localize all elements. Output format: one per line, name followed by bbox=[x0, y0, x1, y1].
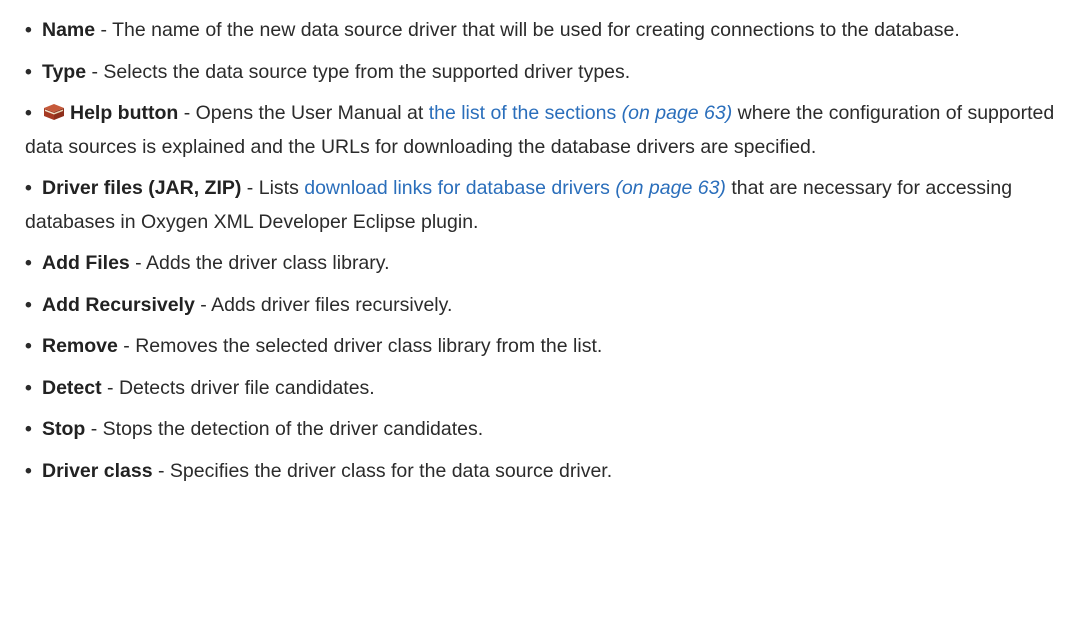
term-remove: Remove bbox=[42, 335, 118, 357]
list-item-add-recursively: • Add Recursively - Adds driver files rec… bbox=[25, 289, 1075, 323]
bullet: • bbox=[25, 293, 32, 316]
list-item-stop: • Stop - Stops the detection of the drive… bbox=[25, 413, 1075, 447]
term-add-files: Add Files bbox=[42, 252, 130, 274]
description: - Removes the selected driver class libr… bbox=[117, 335, 603, 357]
description: - Adds the driver class library. bbox=[129, 252, 390, 274]
page-reference-link[interactable]: (on page 63) bbox=[615, 177, 726, 199]
help-book-icon bbox=[42, 100, 66, 120]
term-help-button: Help button bbox=[70, 102, 179, 124]
description: - Specifies the driver class for the dat… bbox=[152, 459, 613, 482]
term-stop: Stop bbox=[42, 418, 86, 440]
list-item-help-button: • Help button - Opens the User Manual at… bbox=[25, 97, 1075, 164]
description: - Selects the data source type from the … bbox=[86, 60, 631, 83]
bullet: • bbox=[25, 252, 32, 274]
description: - Opens the User Manual at bbox=[178, 102, 429, 124]
term-driver-class: Driver class bbox=[42, 459, 153, 482]
bullet: • bbox=[25, 418, 32, 440]
term-type: Type bbox=[42, 60, 87, 83]
option-list: • Name - The name of the new data source … bbox=[0, 0, 1075, 488]
list-item-driver-class: • Driver class - Specifies the driver cla… bbox=[25, 455, 1075, 489]
term-name: Name bbox=[42, 19, 96, 41]
term-add-recursively: Add Recursively bbox=[42, 293, 195, 316]
list-item-detect: • Detect - Detects driver file candidates… bbox=[25, 372, 1075, 406]
term-driver-files: Driver files (JAR, ZIP) bbox=[42, 177, 242, 199]
list-item-remove: • Remove - Removes the selected driver cl… bbox=[25, 330, 1075, 364]
description: - Adds driver files recursively. bbox=[194, 293, 453, 316]
bullet: • bbox=[25, 335, 32, 357]
term-detect: Detect bbox=[42, 376, 102, 399]
sections-list-link[interactable]: the list of the sections bbox=[429, 102, 617, 124]
bullet: • bbox=[25, 102, 32, 124]
page-reference-link[interactable]: (on page 63) bbox=[622, 102, 733, 124]
description: - Detects driver file candidates. bbox=[101, 376, 375, 399]
bullet: • bbox=[25, 459, 32, 482]
bullet: • bbox=[25, 177, 32, 199]
description: - Stops the detection of the driver cand… bbox=[85, 418, 484, 440]
description: - The name of the new data source driver… bbox=[95, 19, 960, 41]
bullet: • bbox=[25, 60, 32, 83]
list-item-name: • Name - The name of the new data source … bbox=[25, 14, 1075, 48]
bullet: • bbox=[25, 19, 32, 41]
description: - Lists bbox=[241, 177, 305, 199]
bullet: • bbox=[25, 376, 32, 399]
list-item-driver-files: • Driver files (JAR, ZIP) - Lists downloa… bbox=[25, 172, 1075, 239]
list-item-add-files: • Add Files - Adds the driver class libra… bbox=[25, 247, 1075, 281]
download-links-link[interactable]: download links for database drivers bbox=[304, 177, 610, 199]
list-item-type: • Type - Selects the data source type fro… bbox=[25, 56, 1075, 90]
